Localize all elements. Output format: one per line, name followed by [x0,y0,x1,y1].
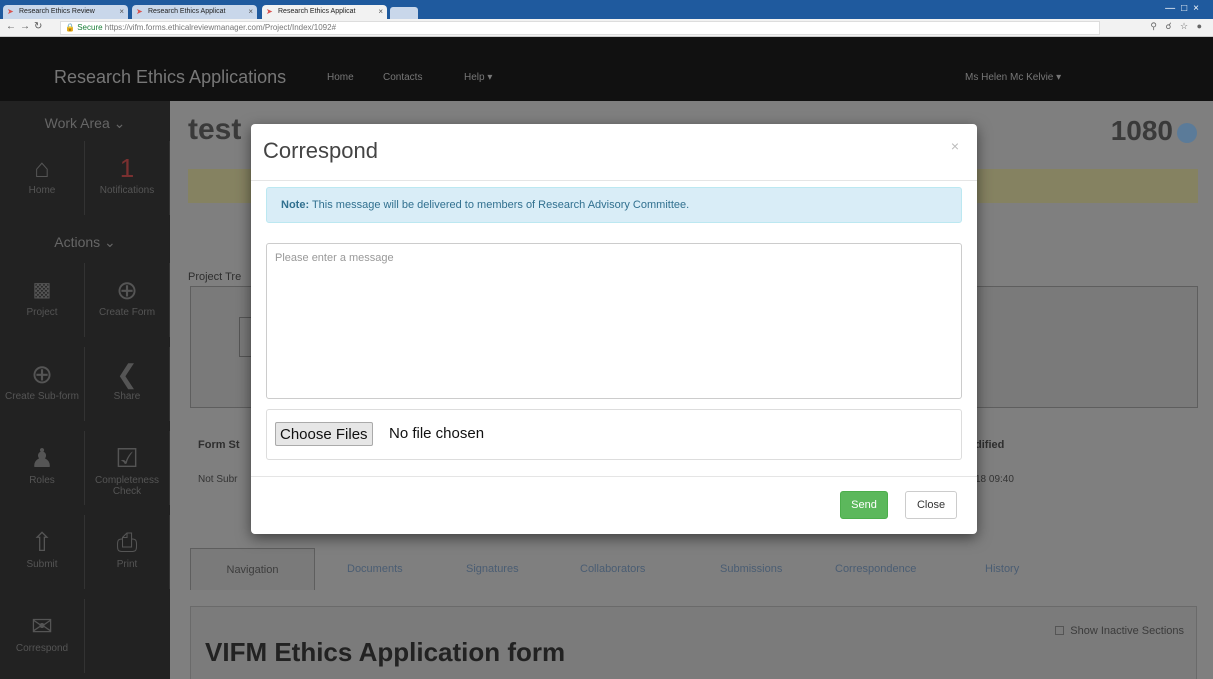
sidebar-item-label: Create Sub-form [5,391,79,402]
url-field[interactable]: 🔒 Secure https://vifm.forms.ethicalrevie… [60,21,1100,35]
close-tab-icon[interactable]: × [119,5,124,19]
sidebar-item-completeness-check[interactable]: ☑ Completeness Check [85,431,170,505]
sidebar-item-label: Print [116,559,138,570]
info-note: Note: This message will be delivered to … [266,187,962,223]
upload-icon: ⇧ [31,527,53,557]
browser-tab[interactable]: ➤ Research Ethics Applicat × [132,5,257,19]
tab-submissions[interactable]: Submissions [720,548,782,590]
share-icon: ❮ [116,359,138,389]
sidebar-item-home[interactable]: ⌂ Home [0,141,85,215]
plus-circle-icon: ⊕ [31,359,53,389]
send-button[interactable]: Send [840,491,888,519]
project-number: 1080 [1110,115,1173,146]
sidebar-item-label: Notifications [99,185,155,196]
sidebar-item-label: Submit [26,559,58,570]
sidebar-item-correspond[interactable]: ✉ Correspond [0,599,85,673]
favicon-icon: ➤ [7,7,14,16]
window-controls[interactable]: —□× [1165,3,1205,14]
project-tree-label: Project Tre [188,271,242,283]
address-bar: ←→↻ 🔒 Secure https://vifm.forms.ethicalr… [0,19,1213,37]
tab-collaborators[interactable]: Collaborators [580,548,645,590]
nav-help[interactable]: Help ▾ [464,72,492,83]
sidebar-item-submit[interactable]: ⇧ Submit [0,515,85,589]
sidebar-item-label: Create Form [98,307,156,318]
browser-tab-active[interactable]: ➤ Research Ethics Applicat × [262,5,387,19]
favicon-icon: ➤ [266,7,273,16]
home-icon: ⌂ [34,153,50,183]
sidebar-item-notifications[interactable]: 1 Notifications [85,141,170,215]
url-text: https://vifm.forms.ethicalreviewmanager.… [104,23,337,32]
modified-header: dified [975,439,1005,451]
checkbox-icon: ☑ [115,443,139,473]
new-tab-button[interactable] [390,7,418,19]
form-status-header: Form St [198,439,240,451]
envelope-icon: ✉ [31,611,53,641]
tab-history[interactable]: History [985,548,1019,590]
browser-tab-label: Research Ethics Review [19,8,95,15]
show-inactive-label: Show Inactive Sections [1070,625,1184,637]
note-label: Note: [281,199,310,211]
browser-tab-label: Research Ethics Applicat [278,8,356,15]
app-navbar: Research Ethics Applications Home Contac… [0,37,1213,101]
favicon-icon: ➤ [136,7,143,16]
note-text: This message will be delivered to member… [309,199,690,211]
sidebar-item-create-form[interactable]: ⊕ Create Form [85,263,170,337]
address-icons[interactable]: ⚲ ☌ ☆ ● [1150,21,1205,32]
tab-correspondence[interactable]: Correspondence [835,548,916,590]
tab-documents[interactable]: Documents [347,548,403,590]
message-input[interactable] [266,243,962,399]
close-button[interactable]: Close [905,491,957,519]
brand[interactable]: Research Ethics Applications [54,67,286,88]
divider [251,476,977,477]
add-user-icon: ♟ [30,443,54,473]
modal-title: Correspond [263,138,378,163]
browser-tab-label: Research Ethics Applicat [148,8,226,15]
divider [251,180,977,181]
sidebar-item-roles[interactable]: ♟ Roles [0,431,85,505]
sidebar-item-share[interactable]: ❮ Share [85,347,170,421]
form-heading: VIFM Ethics Application form [205,637,566,667]
sidebar: Work Area ⌄ ⌂ Home 1 Notifications Actio… [0,101,170,679]
sidebar-item-label: Correspond [15,643,69,654]
print-icon: ⎙ [116,527,138,557]
sidebar-item-label: Project [26,307,58,318]
actions-heading[interactable]: Actions ⌄ [0,234,170,251]
close-tab-icon[interactable]: × [378,5,383,19]
correspond-modal: Correspond × Note: This message will be … [251,124,977,534]
sidebar-item-label: Roles [29,475,55,486]
nav-buttons[interactable]: ←→↻ [6,21,46,32]
close-icon[interactable]: × [951,138,959,154]
file-status: No file chosen [389,425,485,442]
sidebar-item-project[interactable]: ▩ Project [0,263,85,337]
sidebar-item-print[interactable]: ⎙ Print [85,515,170,589]
file-upload: Choose Files No file chosen [266,409,962,460]
nav-home[interactable]: Home [327,72,354,83]
browser-tab[interactable]: ➤ Research Ethics Review × [3,5,128,19]
close-tab-icon[interactable]: × [248,5,253,19]
sidebar-item-label: Share [113,391,141,402]
content-tabs: Navigation Documents Signatures Collabor… [190,548,1200,590]
page-title: test [188,113,242,146]
tab-signatures[interactable]: Signatures [466,548,519,590]
sidebar-item-label: Home [28,185,56,196]
work-area-heading[interactable]: Work Area ⌄ [0,115,170,132]
sitemap-icon: ▩ [32,279,52,301]
user-menu[interactable]: Ms Helen Mc Kelvie ▾ [965,72,1061,83]
plus-circle-icon: ⊕ [116,275,138,305]
lock-icon: 🔒 [65,23,75,32]
browser-tabstrip: ➤ Research Ethics Review × ➤ Research Et… [0,0,1213,19]
modified-value: 18 09:40 [975,474,1014,485]
checkbox[interactable] [1055,626,1065,635]
tab-navigation[interactable]: Navigation [190,548,315,590]
sidebar-item-label: Completeness Check [95,475,159,497]
show-inactive-toggle[interactable]: Show Inactive Sections [1055,625,1184,637]
choose-files-button[interactable]: Choose Files [275,422,373,446]
secure-label: Secure [77,23,103,32]
nav-contacts[interactable]: Contacts [383,72,422,83]
form-status-value: Not Subr [198,474,238,485]
sidebar-item-create-sub-form[interactable]: ⊕ Create Sub-form [0,347,85,421]
navigation-panel: VIFM Ethics Application form Show Inacti… [190,606,1197,679]
info-icon[interactable] [1177,123,1197,143]
notification-count: 1 [119,153,135,183]
